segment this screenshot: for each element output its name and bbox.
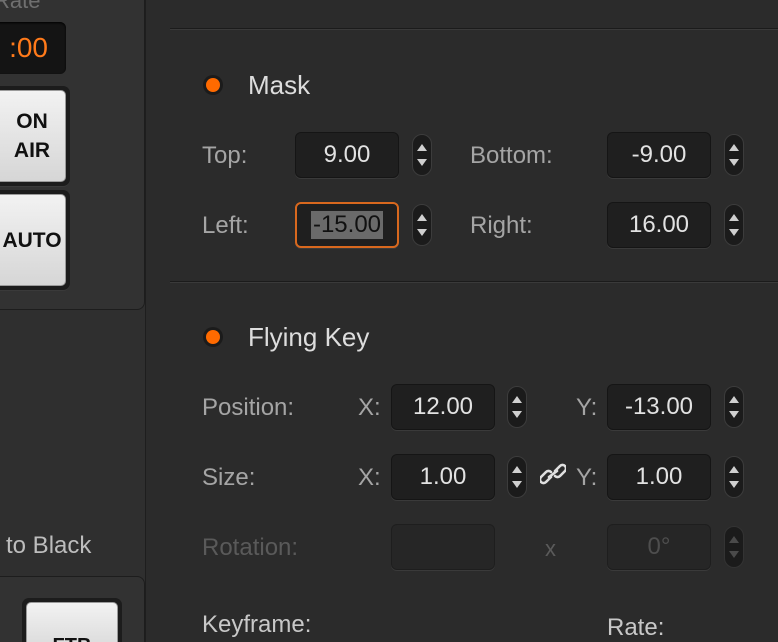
size-x-axis-label: X:	[358, 464, 381, 491]
on-air-button[interactable]: ON AIR	[0, 86, 70, 186]
mask-top-stepper[interactable]	[412, 134, 432, 176]
transition-control-panel: Rate :00 ONAIR AUTO to Black FTB	[0, 0, 146, 642]
flying-key-title: Flying Key	[248, 322, 370, 352]
decrement-arrow-icon[interactable]	[729, 411, 739, 418]
increment-arrow-icon[interactable]	[729, 396, 739, 403]
mask-bottom-label: Bottom:	[470, 142, 553, 169]
mask-right-label: Right:	[470, 212, 533, 239]
increment-arrow-icon[interactable]	[729, 144, 739, 151]
mask-right-field[interactable]: 16.00	[607, 202, 711, 248]
mask-left-stepper[interactable]	[412, 204, 432, 246]
mask-right-value: 16.00	[628, 211, 690, 238]
position-y-stepper[interactable]	[724, 386, 744, 428]
position-x-value: 12.00	[412, 393, 474, 420]
mask-top-value: 9.00	[323, 141, 371, 168]
position-y-field[interactable]: -13.00	[607, 384, 711, 430]
mask-right-stepper[interactable]	[724, 204, 744, 246]
position-y-value: -13.00	[624, 393, 694, 420]
size-x-field[interactable]: 1.00	[391, 454, 495, 500]
size-y-axis-label: Y:	[576, 464, 598, 491]
mask-left-label: Left:	[202, 212, 249, 239]
transition-rate-display[interactable]: :00	[0, 22, 66, 74]
size-label: Size:	[202, 464, 256, 491]
size-y-field[interactable]: 1.00	[607, 454, 711, 500]
position-label: Position:	[202, 394, 295, 421]
size-x-value: 1.00	[419, 463, 467, 490]
mask-enable-toggle[interactable]	[206, 78, 220, 92]
ftb-button[interactable]: FTB	[22, 598, 122, 642]
decrement-arrow-icon[interactable]	[729, 229, 739, 236]
rotation-value: 0°	[647, 533, 671, 560]
mask-bottom-value: -9.00	[631, 141, 687, 168]
fade-to-black-label: to Black	[6, 532, 92, 559]
increment-arrow-icon[interactable]	[729, 214, 739, 221]
mask-title: Mask	[248, 70, 311, 100]
rate-label: Rate:	[607, 614, 665, 641]
rotation-x-field	[391, 524, 495, 570]
increment-arrow-icon	[729, 536, 739, 543]
section-divider	[170, 28, 778, 29]
rotation-label: Rotation:	[202, 534, 299, 561]
position-x-axis-label: X:	[358, 394, 381, 421]
size-y-stepper[interactable]	[724, 456, 744, 498]
section-divider	[170, 281, 778, 282]
decrement-arrow-icon[interactable]	[417, 229, 427, 236]
rotation-x-axis-label: x	[545, 536, 556, 561]
position-x-field[interactable]: 12.00	[391, 384, 495, 430]
auto-label: AUTO	[0, 194, 66, 286]
mask-left-value: -15.00	[310, 211, 384, 239]
link-icon[interactable]	[540, 462, 566, 486]
rate-label: Rate	[0, 0, 41, 13]
mask-top-label: Top:	[202, 142, 248, 169]
decrement-arrow-icon	[729, 551, 739, 558]
ftb-label: FTB	[26, 602, 118, 642]
on-air-label: ON AIR	[0, 90, 66, 182]
keyframe-label: Keyframe:	[202, 611, 312, 638]
increment-arrow-icon[interactable]	[417, 144, 427, 151]
increment-arrow-icon[interactable]	[512, 466, 522, 473]
position-y-axis-label: Y:	[576, 394, 598, 421]
decrement-arrow-icon[interactable]	[417, 159, 427, 166]
mask-bottom-field[interactable]: -9.00	[607, 132, 711, 178]
rotation-field: 0°	[607, 524, 711, 570]
auto-button[interactable]: AUTO	[0, 190, 70, 290]
mask-bottom-stepper[interactable]	[724, 134, 744, 176]
increment-arrow-icon[interactable]	[417, 214, 427, 221]
flying-key-enable-toggle[interactable]	[206, 330, 220, 344]
increment-arrow-icon[interactable]	[512, 396, 522, 403]
mask-left-field[interactable]: -15.00	[295, 202, 399, 248]
decrement-arrow-icon[interactable]	[729, 481, 739, 488]
decrement-arrow-icon[interactable]	[729, 159, 739, 166]
increment-arrow-icon[interactable]	[729, 466, 739, 473]
rotation-stepper	[724, 526, 744, 568]
mask-top-field[interactable]: 9.00	[295, 132, 399, 178]
size-y-value: 1.00	[635, 463, 683, 490]
transition-rate-value: :00	[9, 32, 48, 63]
position-x-stepper[interactable]	[507, 386, 527, 428]
decrement-arrow-icon[interactable]	[512, 481, 522, 488]
size-x-stepper[interactable]	[507, 456, 527, 498]
decrement-arrow-icon[interactable]	[512, 411, 522, 418]
